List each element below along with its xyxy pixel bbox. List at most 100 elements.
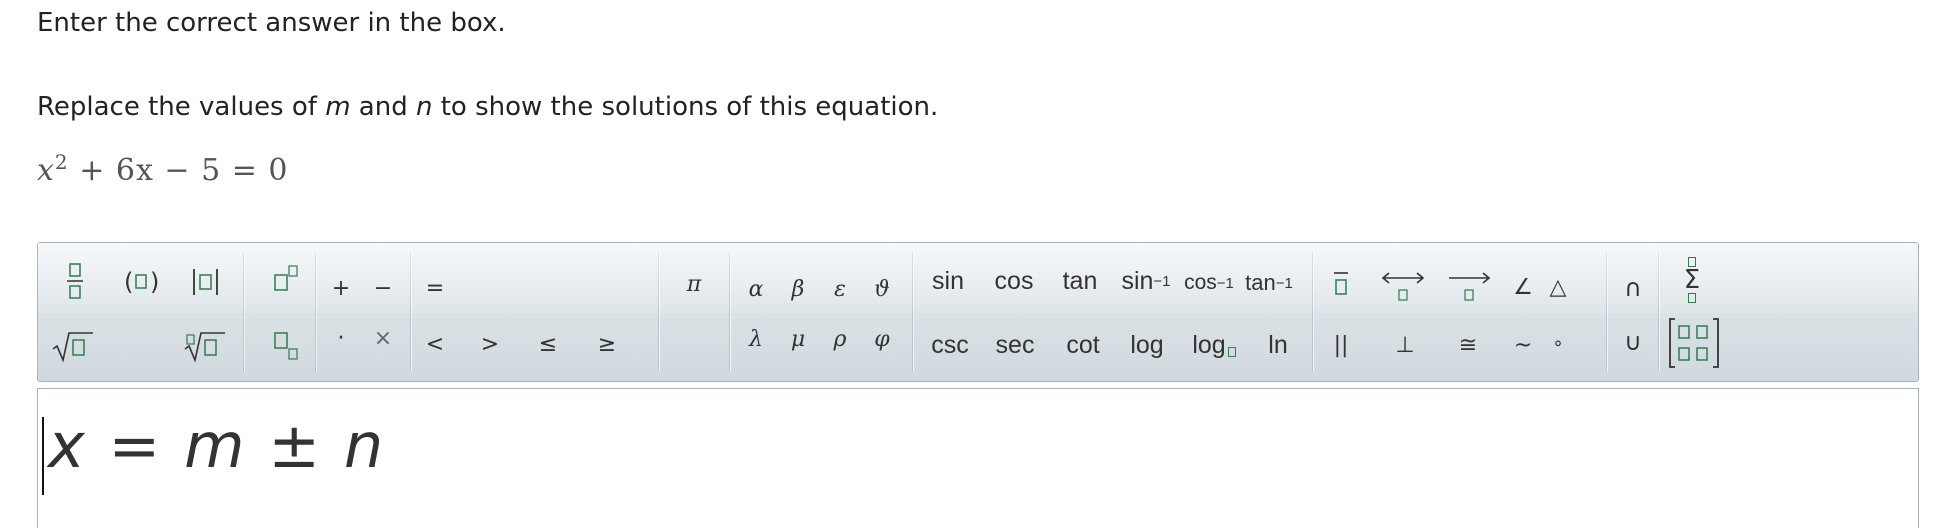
arcsin-button[interactable]: sin −1 [1113,259,1179,303]
congruent-button[interactable]: ≅ [1453,329,1483,361]
cos-button[interactable]: cos [986,261,1042,301]
cot-button[interactable]: cot [1056,325,1110,365]
dot-multiply-button[interactable]: · [326,323,356,353]
toolbar-separator [243,253,244,371]
parentheses-icon: ( ) [124,268,159,296]
times-button[interactable]: × [368,323,398,353]
angle-button[interactable]: ∠ [1508,271,1538,303]
phi-button[interactable]: φ [864,323,900,355]
math-editor-toolbar: ( ) + − · × = < > ≤ ≥ π α β ε ϑ λ μ ρ φ … [37,242,1919,382]
toolbar-separator [1658,253,1659,371]
matrix-icon [1669,318,1719,368]
log-base-placeholder-icon [1227,347,1236,357]
overline-icon [1334,272,1348,295]
log-base-button[interactable]: log [1183,325,1245,365]
less-equal-button[interactable]: ≤ [531,329,565,359]
answer-input[interactable]: x = m ± n [37,388,1919,528]
toolbar-separator [410,253,411,371]
sin-button[interactable]: sin [923,261,973,301]
answer-plus-minus: ± [268,409,323,482]
parallel-button[interactable]: || [1326,329,1356,361]
superscript-icon [274,265,298,291]
arcsin-label: sin [1121,266,1154,295]
tan-button[interactable]: tan [1053,261,1107,301]
subscript-button[interactable] [270,329,302,365]
beta-button[interactable]: β [780,273,816,305]
log-button[interactable]: log [1120,325,1174,365]
absolute-value-icon [193,269,218,295]
prompt-after: to show the solutions of this equation. [432,92,939,122]
mu-button[interactable]: μ [780,323,816,355]
superscript-button[interactable] [270,261,302,297]
arctan-button[interactable]: tan −1 [1238,261,1300,305]
rho-button[interactable]: ρ [822,323,858,355]
similar-button[interactable]: ~ [1508,329,1538,361]
union-button[interactable]: ∪ [1616,325,1650,359]
square-root-icon [52,332,93,363]
ln-button[interactable]: ln [1256,325,1300,365]
toolbar-separator [729,253,730,371]
answer-m: m [184,409,247,482]
intersection-button[interactable]: ∩ [1616,271,1650,305]
log-base-label: log [1192,330,1226,359]
absolute-value-button[interactable] [186,265,226,299]
degree-button[interactable]: ∘ [1543,327,1573,359]
pi-button[interactable]: π [676,267,712,301]
perpendicular-button[interactable]: ⊥ [1390,329,1420,361]
theta-button[interactable]: ϑ [864,273,900,305]
alpha-button[interactable]: α [738,273,774,305]
toolbar-separator [1606,253,1607,371]
matrix-button[interactable] [1666,315,1722,371]
subscript-icon [274,332,298,360]
toolbar-separator [658,253,659,371]
nth-root-icon [184,332,225,363]
question-prompt: Replace the values of m and n to show th… [37,92,938,122]
arccos-label: cos [1184,271,1217,294]
prompt-middle: and [350,92,416,122]
summation-button[interactable]: Σ [1674,253,1710,307]
arccos-button[interactable]: cos −1 [1178,261,1240,305]
epsilon-button[interactable]: ε [822,273,858,305]
csc-button[interactable]: csc [923,325,977,365]
less-than-button[interactable]: < [418,329,452,359]
ray-button[interactable] [1444,263,1494,313]
sigma-icon: Σ [1683,265,1701,295]
answer-equals: = [108,409,163,482]
minus-button[interactable]: − [368,273,398,303]
prompt-var-n: n [415,92,433,122]
plus-button[interactable]: + [326,273,356,303]
text-caret [42,417,44,495]
parentheses-button[interactable]: ( ) [120,265,164,299]
toolbar-separator [315,253,316,371]
answer-x: x [48,409,87,482]
equation-base: x [37,153,55,188]
toolbar-separator [1312,253,1313,371]
fraction-button[interactable] [60,259,90,303]
overline-button[interactable] [1326,265,1356,305]
sec-button[interactable]: sec [988,325,1042,365]
answer-expression: x = m ± n [48,409,385,482]
arccos-exponent: −1 [1216,274,1234,292]
equation-exponent: 2 [54,150,69,174]
greater-than-button[interactable]: > [473,329,507,359]
equation-rest: + 6x − 5 = 0 [68,153,289,188]
lambda-button[interactable]: λ [738,323,774,355]
question-page: Enter the correct answer in the box. Rep… [0,0,1940,528]
toolbar-separator [912,253,913,371]
line-arrow-icon [1381,272,1425,301]
svg-text:(: ( [124,268,133,296]
square-root-button[interactable] [50,327,96,365]
prompt-before: Replace the values of [37,92,326,122]
answer-n: n [343,409,386,482]
line-button[interactable] [1378,263,1428,313]
prompt-var-m: m [325,92,351,122]
quadratic-equation: x2 + 6x − 5 = 0 [37,150,288,188]
greater-equal-button[interactable]: ≥ [590,329,624,359]
instruction-text: Enter the correct answer in the box. [37,8,506,38]
summation-lower-placeholder-icon [1688,293,1696,303]
arcsin-exponent: −1 [1153,272,1171,290]
arctan-label: tan [1245,270,1276,295]
triangle-button[interactable]: △ [1543,271,1573,303]
equals-button[interactable]: = [418,273,452,303]
nth-root-button[interactable] [182,327,228,365]
